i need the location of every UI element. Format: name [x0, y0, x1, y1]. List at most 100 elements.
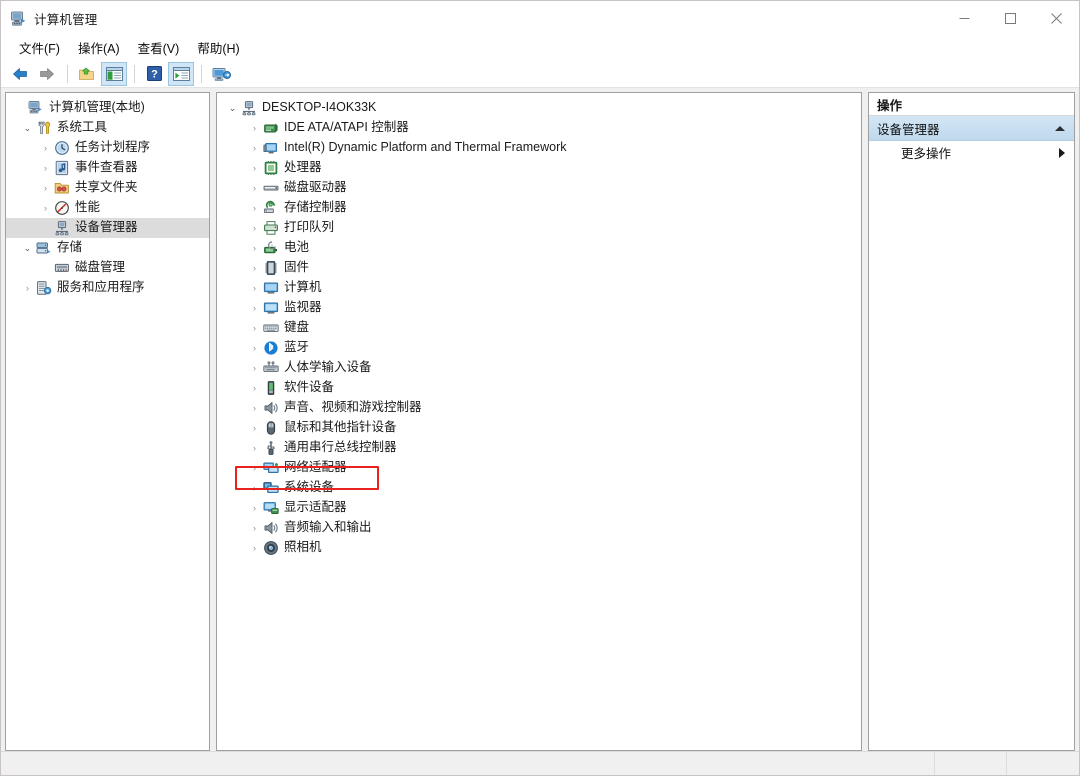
actions-group-device-manager[interactable]: 设备管理器	[869, 116, 1074, 141]
chevron-down-icon[interactable]: ⌄	[225, 103, 240, 113]
toolbar: ?	[1, 60, 1079, 88]
device-category-thermal-framework[interactable]: › Intel(R) Dynamic Platform and Thermal …	[217, 138, 861, 158]
device-category-keyboard[interactable]: › 键盘	[217, 318, 861, 338]
device-category-sound-video-game[interactable]: › 声音、视频和游戏控制器	[217, 398, 861, 418]
forward-button[interactable]	[34, 62, 60, 86]
device-category-audio-io[interactable]: › 音频输入和输出	[217, 518, 861, 538]
print-queue-icon	[262, 220, 279, 236]
computer-management-icon	[27, 100, 44, 116]
menu-action[interactable]: 操作(A)	[69, 36, 129, 60]
minimize-button[interactable]	[941, 1, 987, 36]
chevron-right-icon[interactable]: ›	[247, 243, 262, 253]
chevron-right-icon[interactable]: ›	[247, 503, 262, 513]
keyboard-icon	[262, 320, 279, 336]
device-category-ide-controller[interactable]: › IDE ATA/ATAPI 控制器	[217, 118, 861, 138]
chevron-right-icon[interactable]: ›	[247, 483, 262, 493]
tree-item-label: 性能	[75, 200, 101, 215]
chevron-right-icon[interactable]: ›	[38, 163, 53, 173]
device-category-mouse[interactable]: › 鼠标和其他指针设备	[217, 418, 861, 438]
chevron-right-icon[interactable]: ›	[247, 143, 262, 153]
chevron-right-icon[interactable]: ›	[247, 463, 262, 473]
computer-management-icon	[10, 10, 27, 27]
chevron-right-icon[interactable]: ›	[247, 183, 262, 193]
show-action-pane-button[interactable]	[168, 61, 194, 86]
menu-file[interactable]: 文件(F)	[10, 36, 69, 60]
chevron-right-icon[interactable]: ›	[247, 543, 262, 553]
device-category-label: 系统设备	[284, 480, 335, 495]
tree-item-computer-management[interactable]: › 计算机管理(本地)	[6, 98, 209, 118]
computer-icon	[262, 280, 279, 296]
device-category-firmware[interactable]: › 固件	[217, 258, 861, 278]
device-category-label: Intel(R) Dynamic Platform and Thermal Fr…	[284, 140, 567, 155]
device-category-battery[interactable]: › 电池	[217, 238, 861, 258]
device-category-hid[interactable]: › 人体学输入设备	[217, 358, 861, 378]
device-category-label: IDE ATA/ATAPI 控制器	[284, 120, 409, 135]
device-category-network-adapter[interactable]: › 网络适配器	[217, 458, 861, 478]
device-category-print-queue[interactable]: › 打印队列	[217, 218, 861, 238]
menu-help[interactable]: 帮助(H)	[188, 36, 248, 60]
device-category-display-adapter[interactable]: › 显示适配器	[217, 498, 861, 518]
up-level-button[interactable]	[74, 62, 100, 86]
chevron-right-icon[interactable]: ›	[38, 183, 53, 193]
chevron-down-icon[interactable]: ⌄	[20, 123, 35, 133]
tree-item-label: 计算机管理(本地)	[49, 100, 145, 115]
help-button[interactable]: ?	[141, 62, 167, 86]
chevron-right-icon[interactable]: ›	[247, 383, 262, 393]
chevron-right-icon[interactable]: ›	[20, 283, 35, 293]
tree-item-system-tools[interactable]: ⌄ 系统工具	[6, 118, 209, 138]
chevron-down-icon[interactable]: ⌄	[20, 243, 35, 253]
chevron-right-icon[interactable]: ›	[247, 303, 262, 313]
tree-item-disk-management[interactable]: › 磁盘管理	[6, 258, 209, 278]
chevron-right-icon[interactable]: ›	[247, 283, 262, 293]
chevron-right-icon[interactable]: ›	[247, 263, 262, 273]
tree-item-shared-folders[interactable]: › 共享文件夹	[6, 178, 209, 198]
device-category-usb-controller[interactable]: › 通用串行总线控制器	[217, 438, 861, 458]
device-category-computer[interactable]: › 计算机	[217, 278, 861, 298]
tree-item-event-viewer[interactable]: › 事件查看器	[6, 158, 209, 178]
triangle-right-icon[interactable]	[1059, 147, 1065, 158]
tree-item-label: 任务计划程序	[75, 140, 151, 155]
tree-item-device-manager[interactable]: › 设备管理器	[6, 218, 209, 238]
tree-item-storage[interactable]: ⌄ 存储	[6, 238, 209, 258]
device-category-label: 电池	[284, 240, 310, 255]
device-category-storage-controller[interactable]: › 存储控制器	[217, 198, 861, 218]
maximize-button[interactable]	[987, 1, 1033, 36]
chevron-right-icon[interactable]: ›	[247, 343, 262, 353]
chevron-right-icon[interactable]: ›	[247, 403, 262, 413]
window-title: 计算机管理	[34, 13, 98, 27]
triangle-up-icon[interactable]	[1055, 125, 1065, 131]
chevron-right-icon[interactable]: ›	[247, 323, 262, 333]
bluetooth-icon	[262, 340, 279, 356]
chevron-right-icon[interactable]: ›	[247, 223, 262, 233]
chevron-right-icon[interactable]: ›	[38, 143, 53, 153]
device-category-disk-drive[interactable]: › 磁盘驱动器	[217, 178, 861, 198]
device-category-monitor[interactable]: › 监视器	[217, 298, 861, 318]
device-tree-root-label: DESKTOP-I4OK33K	[262, 100, 377, 115]
action-more-actions[interactable]: 更多操作	[869, 141, 1074, 164]
device-category-camera[interactable]: › 照相机	[217, 538, 861, 558]
chevron-right-icon[interactable]: ›	[247, 123, 262, 133]
device-category-processor[interactable]: › 处理器	[217, 158, 861, 178]
chevron-right-icon[interactable]: ›	[247, 203, 262, 213]
show-hide-tree-button[interactable]	[101, 61, 127, 86]
device-category-label: 处理器	[284, 160, 322, 175]
remote-computer-button[interactable]	[208, 62, 234, 86]
tree-item-performance[interactable]: › 性能	[6, 198, 209, 218]
device-category-system-devices[interactable]: › 系统设备	[217, 478, 861, 498]
chevron-right-icon[interactable]: ›	[247, 423, 262, 433]
menu-view[interactable]: 查看(V)	[129, 36, 189, 60]
actions-group-label: 设备管理器	[877, 122, 940, 137]
chevron-right-icon[interactable]: ›	[247, 443, 262, 453]
chevron-right-icon[interactable]: ›	[247, 363, 262, 373]
chevron-right-icon[interactable]: ›	[38, 203, 53, 213]
device-category-label: 显示适配器	[284, 500, 347, 515]
chevron-right-icon[interactable]: ›	[247, 523, 262, 533]
device-tree-root[interactable]: ⌄ DESKTOP-I4OK33K	[217, 98, 861, 118]
tree-item-services-and-applications[interactable]: › 服务和应用程序	[6, 278, 209, 298]
device-category-software-device[interactable]: › 软件设备	[217, 378, 861, 398]
chevron-right-icon[interactable]: ›	[247, 163, 262, 173]
back-button[interactable]	[7, 62, 33, 86]
device-category-bluetooth[interactable]: › 蓝牙	[217, 338, 861, 358]
close-button[interactable]	[1033, 1, 1079, 36]
tree-item-task-scheduler[interactable]: › 任务计划程序	[6, 138, 209, 158]
